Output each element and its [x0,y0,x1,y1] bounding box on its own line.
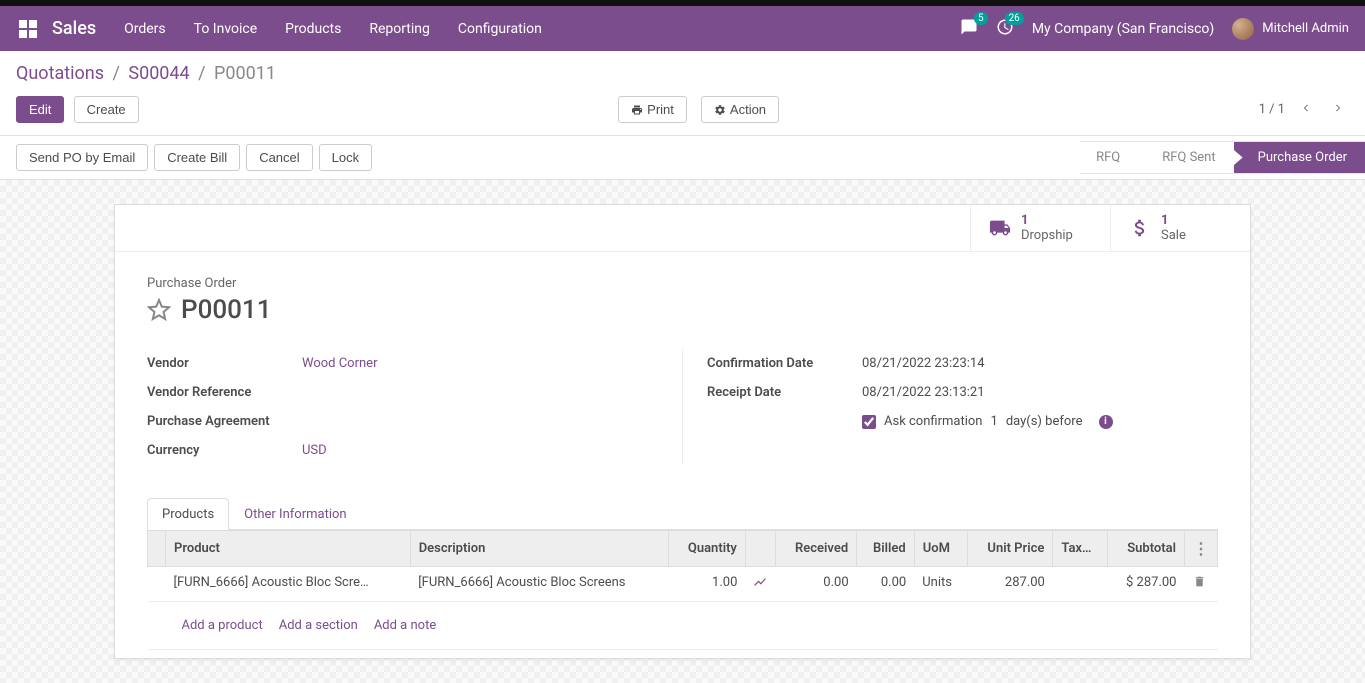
avatar [1232,18,1254,40]
status-rfq[interactable]: RFQ [1080,141,1138,174]
agreement-value [302,414,658,429]
breadcrumb-root[interactable]: Quotations [16,63,104,84]
record-subtitle: Purchase Order [147,276,1218,291]
menu-to-invoice[interactable]: To Invoice [194,21,258,37]
status-rfq-sent[interactable]: RFQ Sent [1138,141,1233,174]
tab-other-info[interactable]: Other Information [229,498,361,530]
col-subtotal[interactable]: Subtotal [1107,531,1184,567]
add-product-link[interactable]: Add a product [182,618,263,633]
cell-uom: Units [914,567,967,602]
cell-unit-price: 287.00 [967,567,1053,602]
table-row[interactable]: [FURN_6666] Acoustic Bloc Scre… [FURN_66… [148,567,1218,602]
pager-prev[interactable] [1295,97,1317,123]
tab-products[interactable]: Products [147,498,229,530]
col-product[interactable]: Product [166,531,411,567]
print-button[interactable]: Print [618,96,687,123]
col-uom[interactable]: UoM [914,531,967,567]
ask-confirm-pre: Ask confirmation [884,414,983,429]
user-name: Mitchell Admin [1262,21,1349,36]
add-note-link[interactable]: Add a note [374,618,436,633]
confirm-date-value: 08/21/2022 23:23:14 [862,356,1218,371]
agreement-label: Purchase Agreement [147,414,302,429]
messages-icon[interactable]: 5 [960,18,978,40]
pager-range[interactable]: 1 / 1 [1259,102,1285,117]
delete-row-icon[interactable] [1193,577,1206,592]
ask-confirm-post: day(s) before [1006,414,1083,429]
chevron-left-icon [1299,101,1313,115]
col-description[interactable]: Description [410,531,669,567]
cell-billed: 0.00 [857,567,915,602]
menu-products[interactable]: Products [285,21,341,37]
confirm-date-label: Confirmation Date [707,356,862,371]
messages-badge: 5 [974,12,988,25]
company-selector[interactable]: My Company (San Francisco) [1032,21,1214,37]
truck-icon [989,217,1011,239]
apps-icon[interactable] [16,17,40,41]
send-po-button[interactable]: Send PO by Email [16,144,148,171]
pager-next[interactable] [1327,97,1349,123]
user-menu[interactable]: Mitchell Admin [1232,18,1349,40]
breadcrumb-current: P00011 [214,63,276,84]
menu-orders[interactable]: Orders [124,21,166,37]
vendor-value[interactable]: Wood Corner [302,356,658,371]
dropship-count: 1 [1021,213,1073,228]
action-button[interactable]: Action [701,96,779,123]
currency-label: Currency [147,443,302,458]
ask-confirm-days: 1 [991,414,998,429]
dropship-label: Dropship [1021,228,1073,243]
breadcrumb: Quotations / S00044 / P00011 [16,63,1349,84]
stat-sale[interactable]: 1 Sale [1110,205,1250,251]
cell-description: [FURN_6666] Acoustic Bloc Screens [410,567,669,602]
record-name: P00011 [181,295,271,325]
col-unit-price[interactable]: Unit Price [967,531,1053,567]
cell-product: [FURN_6666] Acoustic Bloc Scre… [166,567,411,602]
menu-configuration[interactable]: Configuration [458,21,542,37]
col-received[interactable]: Received [775,531,856,567]
receipt-date-label: Receipt Date [707,385,862,400]
cell-quantity: 1.00 [669,567,745,602]
forecast-icon[interactable] [753,578,767,593]
ask-confirmation-checkbox[interactable] [862,415,876,429]
cancel-button[interactable]: Cancel [246,144,312,171]
create-button[interactable]: Create [74,96,139,123]
col-billed[interactable]: Billed [857,531,915,567]
stat-dropship[interactable]: 1 Dropship [970,205,1110,251]
activities-icon[interactable]: 26 [996,18,1014,40]
sale-count: 1 [1161,213,1186,228]
add-section-link[interactable]: Add a section [279,618,358,633]
info-icon[interactable]: i [1099,415,1113,429]
currency-value[interactable]: USD [302,443,658,458]
print-icon [631,104,643,116]
menu-reporting[interactable]: Reporting [369,21,430,37]
col-quantity[interactable]: Quantity [669,531,745,567]
breadcrumb-parent[interactable]: S00044 [128,63,189,84]
status-purchase-order[interactable]: Purchase Order [1234,141,1365,174]
star-icon[interactable] [147,298,171,322]
activities-badge: 26 [1005,12,1024,25]
dollar-icon [1129,217,1151,239]
receipt-date-value: 08/21/2022 23:13:21 [862,385,1218,400]
brand-name[interactable]: Sales [52,18,96,39]
sale-label: Sale [1161,228,1186,243]
col-taxes[interactable]: Tax… [1053,531,1108,567]
gear-icon [714,104,726,116]
vendor-ref-value [302,385,658,400]
create-bill-button[interactable]: Create Bill [154,144,240,171]
columns-menu-icon[interactable]: ⋮ [1193,539,1209,558]
lock-button[interactable]: Lock [319,144,372,171]
cell-subtotal: $ 287.00 [1107,567,1184,602]
cell-received: 0.00 [775,567,856,602]
cell-taxes [1053,567,1108,602]
chevron-right-icon [1331,101,1345,115]
edit-button[interactable]: Edit [16,96,64,123]
vendor-label: Vendor [147,356,302,371]
vendor-ref-label: Vendor Reference [147,385,302,400]
